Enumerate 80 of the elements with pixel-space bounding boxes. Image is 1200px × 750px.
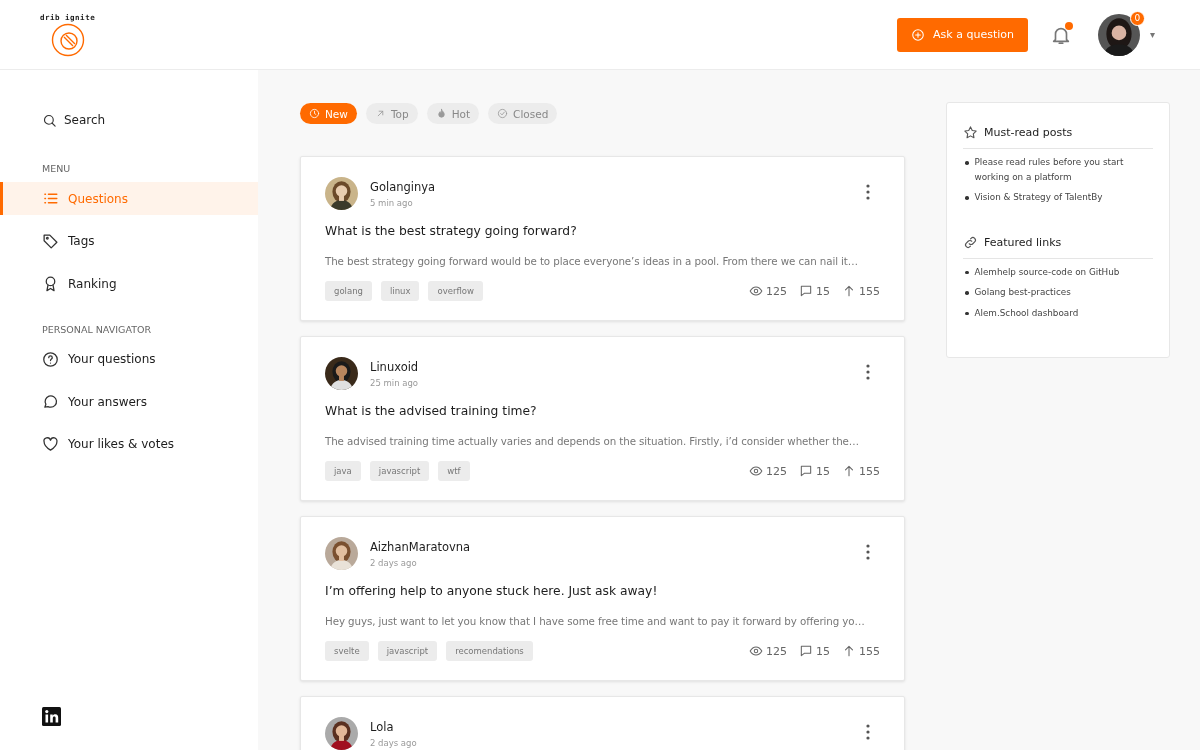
- author-name[interactable]: Golanginya: [370, 179, 854, 194]
- post-excerpt: Hey guys, just want to let you know that I have some free time and want to pay it forward by offering yo…: [325, 615, 866, 627]
- nav-item[interactable]: Your questions: [0, 342, 258, 376]
- linkedin-icon[interactable]: [42, 707, 61, 726]
- post-time: 2 days ago: [370, 557, 418, 568]
- author-name[interactable]: Lola: [370, 719, 854, 734]
- post-time: 5 min ago: [370, 197, 414, 208]
- nav-item[interactable]: Your likes & votes: [0, 427, 258, 461]
- author-name[interactable]: AizhanMaratovna: [370, 539, 854, 554]
- star-icon: [963, 125, 978, 140]
- nav-item[interactable]: Your answers: [0, 385, 258, 418]
- section-heading: PERSONAL NAVIGATOR: [41, 323, 153, 335]
- upvote-icon: [842, 644, 856, 658]
- plus-icon: [911, 27, 926, 42]
- panel-heading: Must-read posts: [984, 126, 1073, 139]
- panel-link[interactable]: Golang best-practices: [974, 285, 1071, 300]
- upvote-icon: [842, 464, 856, 478]
- flame-icon: [435, 108, 447, 119]
- view-count: 125: [766, 464, 787, 478]
- post-time: 25 min ago: [370, 377, 420, 388]
- tag-chip[interactable]: linux: [380, 281, 420, 301]
- tag-icon: [42, 232, 59, 250]
- bullet-dot: [965, 270, 969, 274]
- upvote-icon: [842, 284, 856, 298]
- link-icon: [963, 234, 978, 250]
- more-icon[interactable]: [866, 723, 870, 740]
- tag-chip[interactable]: svelte: [325, 641, 369, 661]
- question-icon: [42, 350, 59, 368]
- panel-link[interactable]: Alemhelp source-code on GitHub: [974, 264, 1120, 279]
- more-icon[interactable]: [866, 363, 870, 380]
- upvote-count: 155: [859, 284, 880, 298]
- section-heading: MENU: [41, 163, 72, 174]
- view-count: 125: [766, 644, 787, 658]
- view-icon: [749, 464, 763, 478]
- nav-item[interactable]: Tags: [0, 224, 258, 258]
- tag-chip[interactable]: golang: [325, 281, 372, 301]
- comment-count: 15: [816, 464, 830, 478]
- tag-chip[interactable]: java: [325, 461, 361, 481]
- tag-chip[interactable]: javascript: [377, 641, 438, 661]
- clock-icon: [309, 108, 320, 119]
- bullet-dot: [965, 291, 969, 295]
- logo-icon: [50, 22, 85, 57]
- post-title[interactable]: What is the best strategy going forward?: [325, 224, 880, 238]
- tag-chip[interactable]: wtf: [438, 461, 470, 481]
- bullet-dot: [965, 311, 969, 315]
- search-link[interactable]: Search: [0, 110, 258, 130]
- panel-link[interactable]: Alem.School dashboard: [974, 305, 1079, 320]
- view-count: 125: [766, 284, 787, 298]
- post-excerpt: The best strategy going forward would be to place everyone’s ideas in a pool. From there we can nail it…: [325, 255, 859, 267]
- tag-chip[interactable]: overflow: [428, 281, 483, 301]
- tag-chip[interactable]: javascript: [369, 461, 430, 481]
- heart-icon: [42, 435, 59, 453]
- comment-icon: [799, 644, 813, 658]
- post-title[interactable]: I’m offering help to anyone stuck here. Just ask away!: [325, 584, 880, 598]
- check-icon: [497, 108, 509, 119]
- upvote-count: 155: [859, 464, 880, 478]
- more-icon[interactable]: [866, 543, 870, 560]
- notification-badge: 0: [1129, 10, 1145, 26]
- bullet-dot: [965, 196, 969, 200]
- upvote-count: 155: [859, 644, 880, 658]
- search-icon: [42, 112, 57, 128]
- post-title[interactable]: What is the advised training time?: [325, 404, 880, 418]
- comment-icon: [799, 284, 813, 298]
- post-excerpt: The advised training time actually varies and depends on the situation. Firstly, i’d consider whether the…: [325, 435, 861, 447]
- comment-count: 15: [816, 284, 830, 298]
- chat-icon: [42, 393, 59, 410]
- nav-item[interactable]: Ranking: [0, 267, 258, 300]
- tag-chip[interactable]: recomendations: [446, 641, 533, 661]
- view-icon: [749, 644, 763, 658]
- comment-count: 15: [816, 644, 830, 658]
- panel-link[interactable]: Please read rules before you start working on a platform: [974, 155, 1153, 184]
- panel-link[interactable]: Vision & Strategy of TalentBy: [974, 190, 1103, 205]
- dropdown-caret[interactable]: ▾: [1149, 29, 1155, 40]
- author-name[interactable]: Linuxoid: [370, 359, 854, 374]
- bullet-dot: [965, 161, 969, 165]
- panel-heading: Featured links: [984, 235, 1062, 249]
- post-time: 2 days ago: [370, 737, 418, 748]
- more-icon[interactable]: [866, 183, 870, 200]
- comment-icon: [799, 464, 813, 478]
- view-icon: [749, 284, 763, 298]
